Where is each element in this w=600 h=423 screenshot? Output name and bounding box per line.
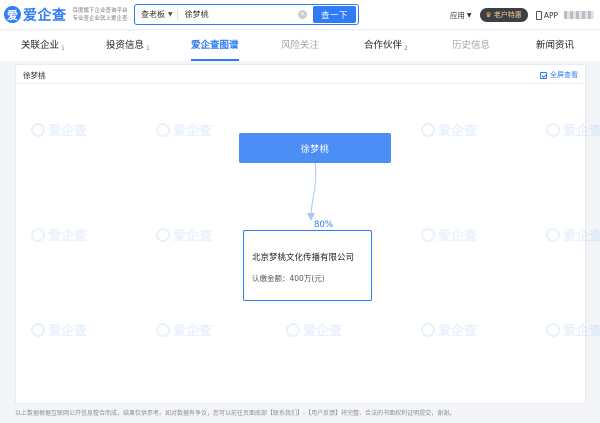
amount-label: 认缴金额： bbox=[252, 274, 290, 283]
apps-label: 应用 bbox=[449, 10, 465, 20]
tab-investment-info[interactable]: 投资信息 1 bbox=[106, 31, 150, 61]
subscribed-amount: 认缴金额：400万(元) bbox=[252, 273, 325, 284]
clear-icon[interactable]: × bbox=[298, 10, 307, 19]
apps-menu[interactable]: 应用 ▼ bbox=[450, 10, 472, 21]
tab-label: 爱企查图谱 bbox=[191, 40, 239, 51]
tab-label: 历史信息 bbox=[452, 40, 491, 51]
tab-label: 合作伙伴 bbox=[364, 40, 403, 51]
crown-icon: ♛ bbox=[485, 11, 492, 19]
tab-label: 风险关注 bbox=[281, 40, 320, 51]
logo-text: 爱企查 bbox=[23, 7, 67, 24]
tab-partners[interactable]: 合作伙伴 2 bbox=[364, 31, 408, 61]
graph-panel: 徐梦桃 全屏查看 爱企查 爱企查 爱企查 爱企查 爱企查 爱企查 爱企查 爱企查… bbox=[15, 64, 600, 404]
edge-line bbox=[310, 162, 317, 218]
search-type-dropdown[interactable]: 查老板 ▼ bbox=[135, 5, 177, 24]
tab-news[interactable]: 新闻资讯 bbox=[536, 31, 574, 61]
tab-count: 2 bbox=[404, 45, 408, 52]
tab-label: 新闻资讯 bbox=[536, 40, 575, 51]
footer-disclaimer: 以上数据根据互联网公开信息整合而成，结果仅供参考。如对数据有争议，您可以前往页面… bbox=[15, 410, 456, 417]
tab-label: 投资信息 bbox=[106, 40, 145, 51]
share-percentage: 80% bbox=[314, 220, 333, 230]
company-name: 北京梦桃文化传播有限公司 bbox=[252, 253, 355, 263]
search-box: 查老板 ▼ × 查一下 bbox=[134, 4, 359, 25]
caret-down-icon: ▼ bbox=[168, 11, 173, 18]
tab-risk-alerts[interactable]: 风险关注 bbox=[281, 31, 319, 61]
amount-value: 400万(元) bbox=[289, 274, 325, 283]
search-input[interactable] bbox=[184, 6, 295, 23]
slogan-line-1: 百度旗下企业查询平台 bbox=[72, 7, 128, 14]
tab-label: 关联企业 bbox=[21, 40, 60, 51]
tab-equity-graph[interactable]: 爱企查图谱 bbox=[183, 31, 247, 61]
avatar[interactable] bbox=[564, 11, 594, 19]
vip-label: 老户特惠 bbox=[493, 11, 522, 19]
top-bar: 爱 爱企查 百度旗下企业查询平台 专业查企业就上爱企查 查老板 ▼ × 查一下 … bbox=[0, 0, 600, 30]
slogan-line-2: 专业查企业就上爱企查 bbox=[72, 15, 128, 22]
tab-count: 1 bbox=[146, 45, 150, 52]
top-right-actions: 应用 ▼ ♛ 老户特惠 APP bbox=[450, 0, 594, 30]
tab-count: 1 bbox=[61, 45, 65, 52]
search-divider bbox=[176, 9, 178, 20]
logo-icon: 爱 bbox=[4, 6, 21, 23]
tab-related-companies[interactable]: 关联企业 1 bbox=[21, 31, 65, 61]
tab-history[interactable]: 历史信息 bbox=[452, 31, 490, 61]
search-button[interactable]: 查一下 bbox=[313, 6, 356, 23]
slogan: 百度旗下企业查询平台 专业查企业就上爱企查 bbox=[73, 7, 128, 23]
app-label: APP bbox=[543, 10, 558, 20]
search-type-label: 查老板 bbox=[141, 10, 165, 19]
caret-down-icon: ▼ bbox=[466, 11, 472, 19]
person-node[interactable]: 徐梦桃 bbox=[239, 133, 391, 163]
company-node[interactable]: 北京梦桃文化传播有限公司 认缴金额：400万(元) bbox=[243, 230, 372, 301]
app-download-link[interactable]: APP bbox=[535, 10, 558, 20]
site-logo[interactable]: 爱 爱企查 百度旗下企业查询平台 专业查企业就上爱企查 bbox=[4, 0, 128, 30]
vip-offer-button[interactable]: ♛ 老户特惠 bbox=[479, 8, 528, 22]
nav-tabs: 关联企业 1 投资信息 1 爱企查图谱 风险关注 合作伙伴 2 历史信息 新闻资讯 bbox=[0, 31, 600, 61]
phone-icon bbox=[535, 10, 542, 20]
